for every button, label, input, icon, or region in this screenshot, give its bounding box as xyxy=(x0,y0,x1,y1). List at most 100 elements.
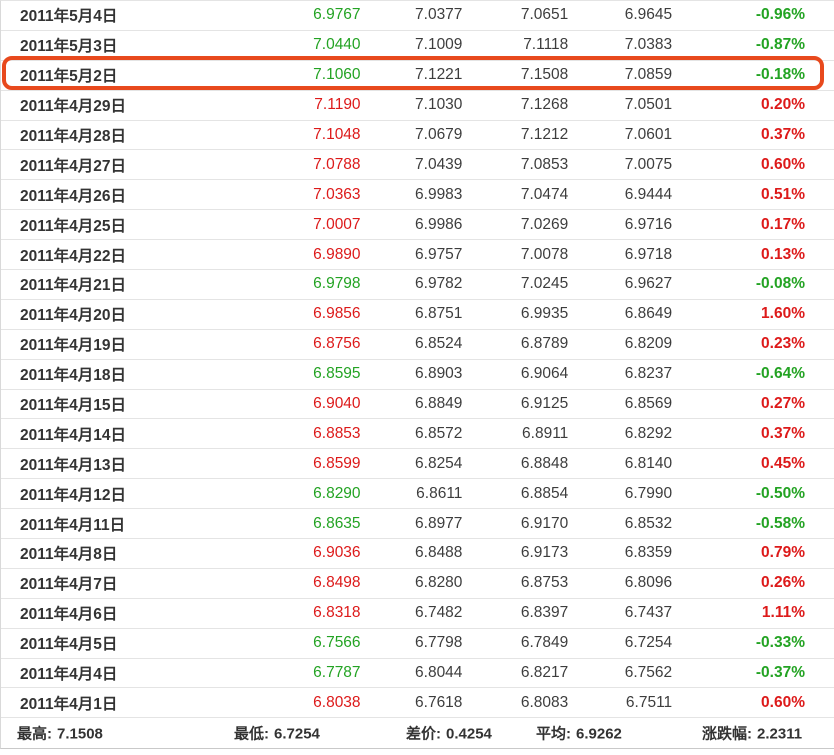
open-cell: 6.9757 xyxy=(361,246,463,264)
table-row[interactable]: 2011年4月19日 6.8756 6.8524 6.8789 6.8209 0… xyxy=(1,330,834,360)
table-row[interactable]: 2011年4月21日 6.9798 6.9782 7.0245 6.9627 -… xyxy=(1,270,834,300)
low-cell: 7.0075 xyxy=(568,156,672,174)
summary-spread: 差价:0.4254 xyxy=(406,723,492,744)
table-row[interactable]: 2011年5月3日 7.0440 7.1009 7.1118 7.0383 -0… xyxy=(1,31,834,61)
date-cell: 2011年4月18日 xyxy=(1,363,301,385)
close-cell: 7.0788 xyxy=(301,156,361,174)
table-row[interactable]: 2011年4月4日 6.7787 6.8044 6.8217 6.7562 -0… xyxy=(1,659,834,689)
close-cell: 6.8635 xyxy=(301,515,361,533)
low-cell: 7.0383 xyxy=(568,36,672,54)
date-cell: 2011年4月20日 xyxy=(1,303,301,325)
table-row[interactable]: 2011年4月20日 6.9856 6.8751 6.9935 6.8649 1… xyxy=(1,300,834,330)
high-cell: 6.8083 xyxy=(462,694,568,712)
table-row[interactable]: 2011年4月12日 6.8290 6.8611 6.8854 6.7990 -… xyxy=(1,479,834,509)
low-cell: 6.9645 xyxy=(568,6,672,24)
date-cell: 2011年4月1日 xyxy=(1,692,301,714)
low-cell: 6.8532 xyxy=(568,515,672,533)
table-row[interactable]: 2011年5月4日 6.9767 7.0377 7.0651 6.9645 -0… xyxy=(1,1,834,31)
table-row[interactable]: 2011年4月26日 7.0363 6.9983 7.0474 6.9444 0… xyxy=(1,180,834,210)
low-cell: 6.8140 xyxy=(568,455,672,473)
open-cell: 6.8524 xyxy=(361,335,463,353)
close-cell: 6.8599 xyxy=(301,455,361,473)
table-row[interactable]: 2011年4月28日 7.1048 7.0679 7.1212 7.0601 0… xyxy=(1,121,834,151)
open-cell: 6.8977 xyxy=(361,515,463,533)
open-cell: 7.1030 xyxy=(361,96,463,114)
change-cell: 0.79% xyxy=(672,544,834,562)
high-cell: 7.1118 xyxy=(462,36,568,54)
open-cell: 6.9782 xyxy=(361,275,463,293)
table-row[interactable]: 2011年4月25日 7.0007 6.9986 7.0269 6.9716 0… xyxy=(1,210,834,240)
close-cell: 6.8595 xyxy=(301,365,361,383)
close-cell: 6.8290 xyxy=(301,485,361,503)
date-cell: 2011年4月14日 xyxy=(1,423,301,445)
table-row[interactable]: 2011年4月15日 6.9040 6.8849 6.9125 6.8569 0… xyxy=(1,390,834,420)
close-cell: 7.0440 xyxy=(301,36,361,54)
summary-average-value: 6.9262 xyxy=(576,726,622,743)
table-row[interactable]: 2011年5月2日 7.1060 7.1221 7.1508 7.0859 -0… xyxy=(1,61,834,91)
change-cell: 0.60% xyxy=(672,156,834,174)
summary-bar: 最高:7.1508 最低:6.7254 差价:0.4254 平均:6.9262 … xyxy=(0,718,834,749)
table-row[interactable]: 2011年4月6日 6.8318 6.7482 6.8397 6.7437 1.… xyxy=(1,599,834,629)
open-cell: 7.0439 xyxy=(361,156,463,174)
low-cell: 6.8237 xyxy=(568,365,672,383)
change-cell: 0.37% xyxy=(672,126,834,144)
close-cell: 6.9798 xyxy=(301,275,361,293)
close-cell: 6.9036 xyxy=(301,544,361,562)
date-cell: 2011年4月25日 xyxy=(1,214,301,236)
change-cell: 0.20% xyxy=(672,96,834,114)
high-cell: 6.8911 xyxy=(462,425,568,443)
table-row[interactable]: 2011年4月7日 6.8498 6.8280 6.8753 6.8096 0.… xyxy=(1,569,834,599)
change-cell: -0.08% xyxy=(672,275,834,293)
change-cell: -0.33% xyxy=(672,634,834,652)
summary-range-value: 2.2311 xyxy=(757,726,802,743)
low-cell: 7.0859 xyxy=(568,66,672,84)
table-row[interactable]: 2011年4月29日 7.1190 7.1030 7.1268 7.0501 0… xyxy=(1,91,834,121)
date-cell: 2011年4月28日 xyxy=(1,124,301,146)
table-row[interactable]: 2011年4月13日 6.8599 6.8254 6.8848 6.8140 0… xyxy=(1,449,834,479)
change-cell: 0.26% xyxy=(672,574,834,592)
change-cell: -0.37% xyxy=(672,664,834,682)
close-cell: 6.9767 xyxy=(301,6,361,24)
close-cell: 7.0363 xyxy=(301,186,361,204)
close-cell: 6.7787 xyxy=(301,664,361,682)
low-cell: 6.9444 xyxy=(568,186,672,204)
date-cell: 2011年4月12日 xyxy=(1,483,301,505)
open-cell: 7.1221 xyxy=(361,66,463,84)
date-cell: 2011年4月22日 xyxy=(1,244,301,266)
close-cell: 6.9856 xyxy=(301,305,361,323)
open-cell: 6.8572 xyxy=(361,425,463,443)
high-cell: 6.8397 xyxy=(462,604,568,622)
open-cell: 6.8849 xyxy=(361,395,463,413)
date-cell: 2011年4月4日 xyxy=(1,662,301,684)
high-cell: 6.9125 xyxy=(462,395,568,413)
open-cell: 6.9986 xyxy=(361,216,463,234)
table-row[interactable]: 2011年4月22日 6.9890 6.9757 7.0078 6.9718 0… xyxy=(1,240,834,270)
table-row[interactable]: 2011年4月11日 6.8635 6.8977 6.9170 6.8532 -… xyxy=(1,509,834,539)
change-cell: -0.87% xyxy=(672,36,834,54)
table-row[interactable]: 2011年4月27日 7.0788 7.0439 7.0853 7.0075 0… xyxy=(1,150,834,180)
summary-low-label: 最低: xyxy=(234,726,269,743)
table-row[interactable]: 2011年4月5日 6.7566 6.7798 6.7849 6.7254 -0… xyxy=(1,629,834,659)
open-cell: 6.8280 xyxy=(361,574,463,592)
low-cell: 6.8292 xyxy=(568,425,672,443)
low-cell: 6.7511 xyxy=(568,694,672,712)
close-cell: 6.8756 xyxy=(301,335,361,353)
high-cell: 6.8848 xyxy=(462,455,568,473)
low-cell: 6.9716 xyxy=(568,216,672,234)
table-row[interactable]: 2011年4月8日 6.9036 6.8488 6.9173 6.8359 0.… xyxy=(1,539,834,569)
table-row[interactable]: 2011年4月1日 6.8038 6.7618 6.8083 6.7511 0.… xyxy=(1,688,834,718)
date-cell: 2011年4月27日 xyxy=(1,154,301,176)
close-cell: 6.8318 xyxy=(301,604,361,622)
low-cell: 6.8096 xyxy=(568,574,672,592)
table-row[interactable]: 2011年4月14日 6.8853 6.8572 6.8911 6.8292 0… xyxy=(1,419,834,449)
high-cell: 6.8854 xyxy=(462,485,568,503)
date-cell: 2011年4月11日 xyxy=(1,513,301,535)
summary-high: 最高:7.1508 xyxy=(17,723,103,744)
change-cell: -0.96% xyxy=(672,6,834,24)
close-cell: 6.7566 xyxy=(301,634,361,652)
date-cell: 2011年4月26日 xyxy=(1,184,301,206)
table-row[interactable]: 2011年4月18日 6.8595 6.8903 6.9064 6.8237 -… xyxy=(1,360,834,390)
summary-low-value: 6.7254 xyxy=(274,726,320,743)
summary-spread-value: 0.4254 xyxy=(446,726,492,743)
high-cell: 7.0853 xyxy=(462,156,568,174)
